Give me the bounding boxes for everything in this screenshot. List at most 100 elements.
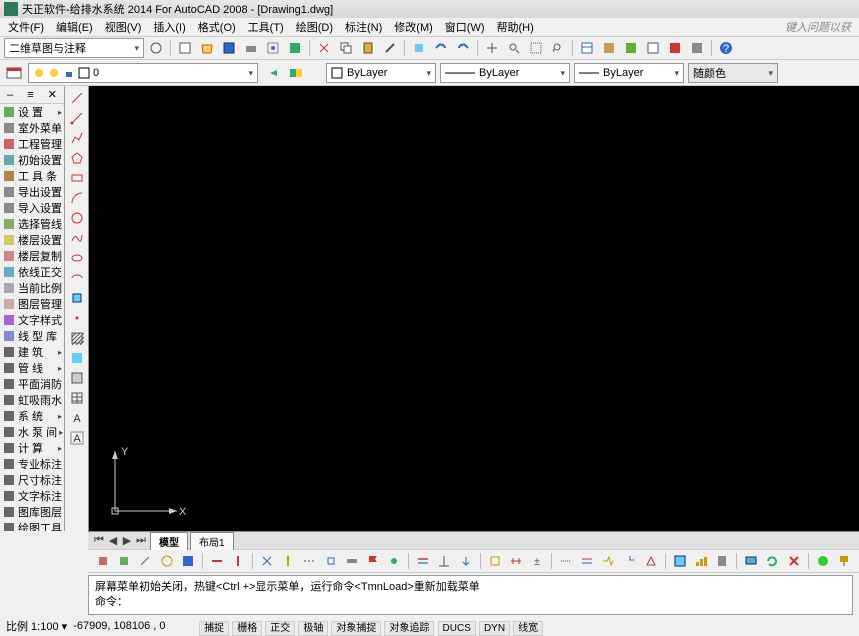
menu-format[interactable]: 格式(O)	[198, 19, 236, 35]
properties-icon[interactable]	[577, 38, 597, 58]
edit-5-icon[interactable]	[642, 551, 660, 571]
pipe-2-icon[interactable]	[229, 551, 247, 571]
menu-insert[interactable]: 插入(I)	[153, 19, 185, 35]
layer-tool-2-icon[interactable]	[435, 551, 453, 571]
arc-icon[interactable]	[67, 188, 87, 208]
gradient-icon[interactable]	[67, 348, 87, 368]
circle-icon[interactable]	[67, 208, 87, 228]
cut-icon[interactable]	[314, 38, 334, 58]
tab-first-icon[interactable]: ⏮	[92, 534, 106, 547]
sidebar-item-15[interactable]: 建 筑▸	[0, 344, 64, 360]
color-dropdown[interactable]: ByLayer	[326, 63, 436, 83]
markup-icon[interactable]	[665, 38, 685, 58]
new-icon[interactable]	[175, 38, 195, 58]
workspace-dropdown[interactable]: 二维草图与注释	[4, 38, 144, 58]
help-icon[interactable]: ?	[716, 38, 736, 58]
sidebar-item-11[interactable]: 当前比例	[0, 280, 64, 296]
edit-2-icon[interactable]	[578, 551, 596, 571]
ellipse-arc-icon[interactable]	[67, 268, 87, 288]
designcenter-icon[interactable]	[599, 38, 619, 58]
text-icon[interactable]: A	[67, 408, 87, 428]
mode-极轴[interactable]: 极轴	[298, 621, 328, 636]
connector-icon[interactable]	[385, 551, 403, 571]
valve-4-icon[interactable]	[322, 551, 340, 571]
dim-1-icon[interactable]	[486, 551, 504, 571]
dim-3-icon[interactable]: ±	[528, 551, 546, 571]
sidebar-item-25[interactable]: 图库图层▸	[0, 504, 64, 520]
tool-4-icon[interactable]	[158, 551, 176, 571]
plotstyle-dropdown[interactable]: 随颜色	[688, 63, 778, 83]
block-editor-icon[interactable]	[409, 38, 429, 58]
zoom-window-icon[interactable]	[526, 38, 546, 58]
sheetset-icon[interactable]	[643, 38, 663, 58]
close-icon[interactable]: ✕	[48, 88, 57, 101]
menu-view[interactable]: 视图(V)	[105, 19, 142, 35]
mode-对象捕捉[interactable]: 对象捕捉	[331, 621, 381, 636]
hatch-icon[interactable]	[67, 328, 87, 348]
paste-icon[interactable]	[358, 38, 378, 58]
menu-dimension[interactable]: 标注(N)	[345, 19, 382, 35]
ellipse-icon[interactable]	[67, 248, 87, 268]
tab-next-icon[interactable]: ▶	[120, 534, 134, 547]
valve-3-icon[interactable]	[300, 551, 318, 571]
calc-icon[interactable]	[713, 551, 731, 571]
tool-save-icon[interactable]	[179, 551, 197, 571]
sidebar-item-10[interactable]: 依线正交	[0, 264, 64, 280]
sidebar-item-14[interactable]: 线 型 库	[0, 328, 64, 344]
refresh-icon[interactable]	[763, 551, 781, 571]
sidebar-item-24[interactable]: 文字标注▸	[0, 488, 64, 504]
green-dot-icon[interactable]	[814, 551, 832, 571]
line-icon[interactable]	[67, 88, 87, 108]
sidebar-item-22[interactable]: 专业标注▸	[0, 456, 64, 472]
command-line[interactable]: 屏幕菜单初始关闭，热键<Ctrl +>显示菜单，运行命令<TmnLoad>重新加…	[88, 575, 853, 615]
tool-1-icon[interactable]	[94, 551, 112, 571]
mode-DUCS[interactable]: DUCS	[438, 621, 476, 636]
menu-file[interactable]: 文件(F)	[8, 19, 44, 35]
sidebar-item-26[interactable]: 绘图工具▸	[0, 520, 64, 531]
matchprop-icon[interactable]	[380, 38, 400, 58]
sidebar-item-13[interactable]: 文字样式	[0, 312, 64, 328]
sidebar-item-18[interactable]: 虹吸雨水▸	[0, 392, 64, 408]
drawing-canvas[interactable]: Y X	[89, 86, 859, 531]
zoom-previous-icon[interactable]	[548, 38, 568, 58]
sidebar-item-4[interactable]: 工 具 条	[0, 168, 64, 184]
layer-properties-icon[interactable]	[4, 63, 24, 83]
zoom-realtime-icon[interactable]	[504, 38, 524, 58]
tool-2-icon[interactable]	[115, 551, 133, 571]
sidebar-item-6[interactable]: 导入设置	[0, 200, 64, 216]
sidebar-item-12[interactable]: 图层管理	[0, 296, 64, 312]
save-icon[interactable]	[219, 38, 239, 58]
calc-icon[interactable]	[687, 38, 707, 58]
delete-icon[interactable]	[785, 551, 803, 571]
dim-2-icon[interactable]	[507, 551, 525, 571]
edit-3-icon[interactable]	[599, 551, 617, 571]
tab-model[interactable]: 模型	[150, 532, 188, 550]
mtext-icon[interactable]: A	[67, 428, 87, 448]
layer-tool-1-icon[interactable]	[414, 551, 432, 571]
pipe-1-icon[interactable]	[208, 551, 226, 571]
menu-draw[interactable]: 绘图(D)	[296, 19, 333, 35]
window-icon[interactable]	[671, 551, 689, 571]
valve-2-icon[interactable]	[279, 551, 297, 571]
sidebar-item-8[interactable]: 楼层设置	[0, 232, 64, 248]
sidebar-item-2[interactable]: 工程管理	[0, 136, 64, 152]
menu-edit[interactable]: 编辑(E)	[56, 19, 93, 35]
table-icon[interactable]	[67, 388, 87, 408]
monitor-icon[interactable]	[742, 551, 760, 571]
sidebar-item-21[interactable]: 计 算▸	[0, 440, 64, 456]
sidebar-item-17[interactable]: 平面消防▸	[0, 376, 64, 392]
menu-icon[interactable]: ≡	[27, 89, 33, 101]
chart-icon[interactable]	[692, 551, 710, 571]
help-search[interactable]: 键入问题以获	[785, 19, 851, 35]
tool-3-icon[interactable]	[136, 551, 154, 571]
plot-preview-icon[interactable]	[263, 38, 283, 58]
menu-modify[interactable]: 修改(M)	[394, 19, 433, 35]
polyline-icon[interactable]	[67, 128, 87, 148]
layer-previous-icon[interactable]	[262, 63, 282, 83]
redo-icon[interactable]	[453, 38, 473, 58]
workspace-settings-icon[interactable]	[146, 38, 166, 58]
block-icon[interactable]	[67, 288, 87, 308]
sidebar-item-1[interactable]: 室外菜单	[0, 120, 64, 136]
region-icon[interactable]	[67, 368, 87, 388]
mode-正交[interactable]: 正交	[265, 621, 295, 636]
